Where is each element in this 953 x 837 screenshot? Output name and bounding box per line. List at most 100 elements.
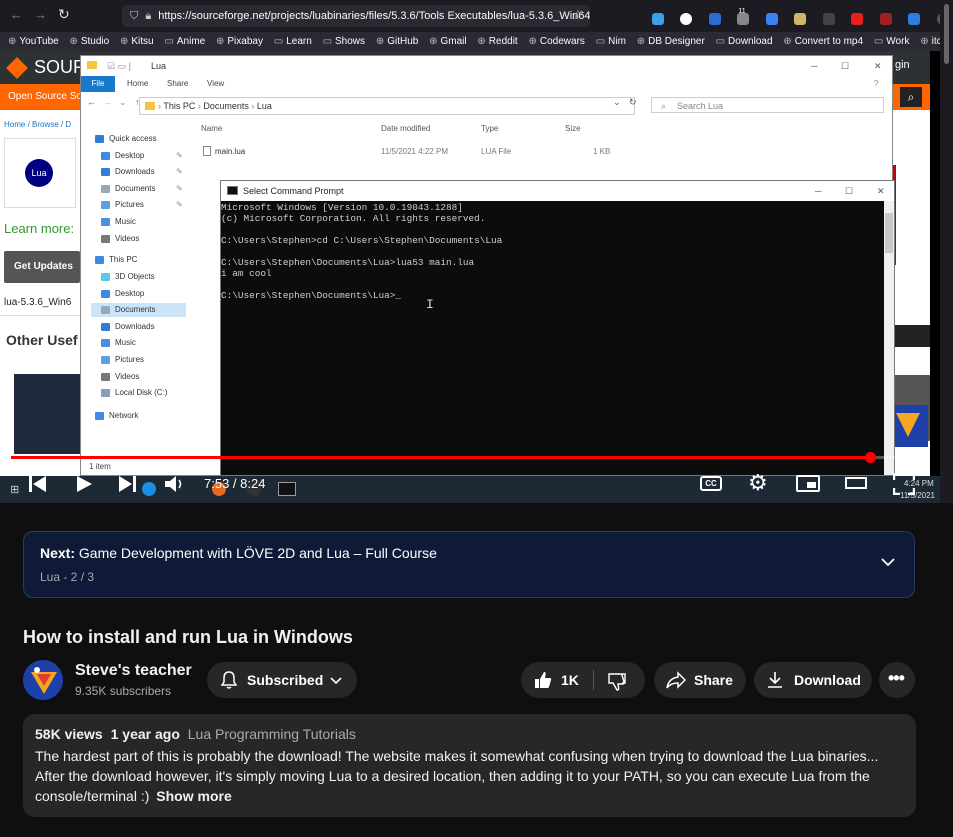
reload-icon[interactable]: ↻: [58, 6, 70, 23]
nav-this-pc[interactable]: This PC: [95, 253, 137, 267]
sync-extension-icon[interactable]: [908, 12, 921, 25]
minimize-icon[interactable]: ─: [815, 181, 821, 201]
more-actions-button[interactable]: •••: [879, 662, 915, 698]
bookmark-item[interactable]: ⊕ Reddit: [477, 32, 517, 51]
path-segment[interactable]: Lua: [257, 101, 272, 111]
arrow-extension-icon[interactable]: [822, 12, 835, 25]
bookmark-item[interactable]: ▭ Shows: [323, 32, 365, 51]
bookmark-item[interactable]: ⊕ Gmail: [429, 32, 467, 51]
column-name[interactable]: Name: [201, 124, 222, 133]
up-next-card[interactable]: Next: Game Development with LÖVE 2D and …: [23, 531, 915, 598]
download-button[interactable]: Download: [754, 662, 872, 698]
miniplayer-button[interactable]: [796, 475, 820, 492]
bookmark-item[interactable]: ⊕ Convert to mp4: [783, 32, 863, 51]
back-icon[interactable]: ←: [87, 97, 96, 107]
tab-share[interactable]: Share: [167, 76, 188, 92]
show-more-button[interactable]: Show more: [156, 788, 231, 804]
breadcrumb[interactable]: Home / Browse / D: [4, 120, 71, 129]
tab-file[interactable]: File: [81, 76, 115, 92]
learn-more-text[interactable]: Learn more:: [4, 221, 74, 236]
minimize-icon[interactable]: ─: [811, 56, 817, 76]
nav-pictures[interactable]: Pictures ✎: [101, 198, 183, 212]
nav-downloads[interactable]: Downloads: [101, 320, 155, 334]
download-icon[interactable]: [652, 12, 664, 25]
browser-scrollbar-thumb[interactable]: [944, 4, 949, 64]
path-segment[interactable]: Documents: [203, 101, 249, 111]
tab-view[interactable]: View: [207, 76, 224, 92]
forward-icon[interactable]: →: [34, 7, 47, 22]
bookmark-item[interactable]: ▭ Work: [874, 32, 910, 51]
thumbnail-image[interactable]: [14, 374, 80, 454]
volume-icon[interactable]: [163, 474, 185, 494]
close-icon[interactable]: ✕: [877, 181, 885, 201]
thumbs-up-icon[interactable]: [533, 670, 553, 690]
nav-desktop[interactable]: Desktop ✎: [101, 149, 183, 163]
search-input[interactable]: ⌕ Search Lua: [651, 97, 884, 113]
shield-extension-icon[interactable]: [708, 12, 721, 25]
dropdown-icon[interactable]: ⌄: [613, 97, 621, 108]
thumbs-down-icon[interactable]: [607, 671, 627, 691]
column-size[interactable]: Size: [565, 124, 581, 133]
nav-downloads[interactable]: Downloads ✎: [101, 165, 183, 179]
nav-quick-access[interactable]: Quick access: [95, 132, 157, 146]
path-segment[interactable]: This PC: [163, 101, 195, 111]
bookmark-item[interactable]: ▭ Download: [716, 32, 773, 51]
cmd-scrollbar-thumb[interactable]: [885, 213, 893, 253]
bookmark-item[interactable]: ▭ Anime: [164, 32, 205, 51]
nav-videos[interactable]: Videos: [101, 232, 139, 246]
description-box[interactable]: 58K views 1 year ago Lua Programming Tut…: [23, 714, 916, 817]
channel-avatar[interactable]: [23, 660, 63, 700]
bookmark-item[interactable]: ▭ Nim: [596, 32, 626, 51]
back-icon[interactable]: ←: [10, 7, 23, 22]
bookmark-item[interactable]: ▭ Learn: [274, 32, 312, 51]
extension-icon[interactable]: [680, 12, 693, 25]
bookmark-item[interactable]: ⊕ YouTube: [8, 32, 59, 51]
close-icon[interactable]: ✕: [874, 56, 882, 76]
bookmark-item[interactable]: ⊕ Codewars: [528, 32, 584, 51]
subscribed-button[interactable]: Subscribed: [207, 662, 357, 698]
column-type[interactable]: Type: [481, 124, 498, 133]
chevron-down-icon[interactable]: [880, 554, 896, 570]
play-button[interactable]: [74, 474, 94, 494]
nav-videos[interactable]: Videos: [101, 370, 139, 384]
captions-button[interactable]: CC: [700, 476, 722, 491]
quick-access-toolbar-icon[interactable]: ☑ ▭ |: [107, 56, 131, 76]
command-prompt-window[interactable]: Select Command Prompt ─ ☐ ✕ Microsoft Wi…: [220, 180, 895, 476]
theater-mode-button[interactable]: [845, 477, 867, 489]
bookmark-item[interactable]: ⊕ Studio: [69, 32, 109, 51]
bookmark-item[interactable]: ⊕ GitHub: [376, 32, 419, 51]
nav-local-disk[interactable]: Local Disk (C:): [101, 386, 167, 400]
nav-music[interactable]: Music: [101, 336, 136, 350]
bookmark-item[interactable]: ⊕ Kitsu: [120, 32, 154, 51]
refresh-icon[interactable]: ↻: [629, 97, 637, 108]
cmd-scrollbar[interactable]: [884, 201, 894, 475]
next-button[interactable]: [117, 474, 137, 494]
bookmark-item[interactable]: ⊕ DB Designer: [637, 32, 705, 51]
nav-desktop[interactable]: Desktop: [101, 287, 144, 301]
nav-network[interactable]: Network: [95, 409, 138, 423]
fullscreen-button[interactable]: [893, 473, 915, 495]
channel-name[interactable]: Steve's teacher: [75, 662, 192, 680]
url-bar[interactable]: ⛉ 🔒︎ https://sourceforge.net/projects/lu…: [122, 5, 590, 27]
tab-home[interactable]: Home: [127, 76, 148, 92]
help-icon[interactable]: ?: [874, 76, 878, 92]
bookmark-item[interactable]: ⊕ Pixabay: [216, 32, 263, 51]
nav-documents-selected[interactable]: Documents: [91, 303, 186, 317]
forward-icon[interactable]: →: [103, 97, 112, 107]
cmd-output[interactable]: Microsoft Windows [Version 10.0.19043.12…: [221, 201, 884, 476]
nav-documents[interactable]: Documents ✎: [101, 182, 183, 196]
up-next-title[interactable]: Game Development with LÖVE 2D and Lua – …: [79, 545, 437, 561]
flame-extension-icon[interactable]: [879, 12, 892, 25]
column-date-modified[interactable]: Date modified: [381, 124, 430, 133]
browser-scrollbar[interactable]: [940, 0, 953, 503]
file-row[interactable]: main.lua 11/5/2021 4:22 PM LUA File 1 KB: [201, 145, 641, 159]
nav-pictures[interactable]: Pictures: [101, 353, 144, 367]
settings-gear-icon[interactable]: ⚙: [748, 470, 768, 496]
previous-button[interactable]: [28, 474, 48, 494]
maximize-icon[interactable]: ☐: [841, 56, 849, 76]
recent-locations-icon[interactable]: ⌄: [119, 97, 127, 108]
maximize-icon[interactable]: ☐: [845, 181, 853, 201]
nav-music[interactable]: Music: [101, 215, 136, 229]
login-link[interactable]: gin: [895, 59, 910, 71]
playlist-link[interactable]: Lua Programming Tutorials: [188, 726, 356, 742]
